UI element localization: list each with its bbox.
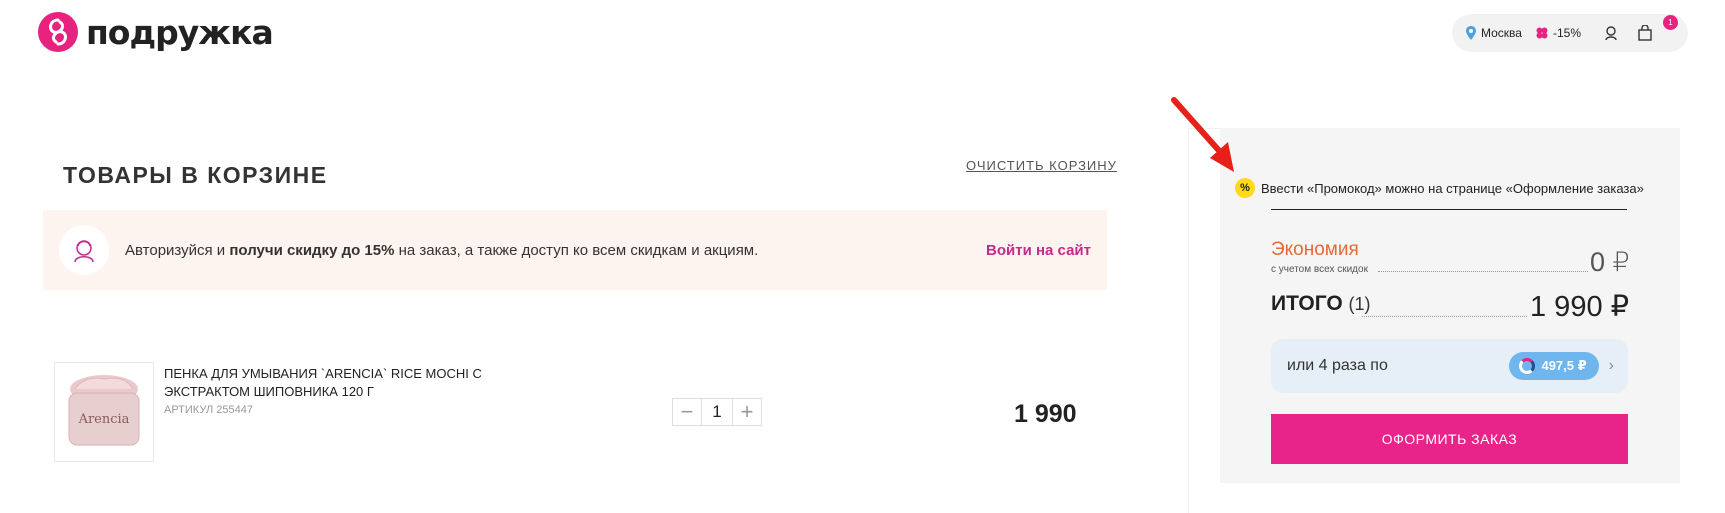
quantity-value[interactable]: 1 xyxy=(701,399,733,425)
annotation-arrow-icon xyxy=(1171,97,1234,172)
decrease-button[interactable]: − xyxy=(673,399,701,425)
cart-icon[interactable] xyxy=(1637,25,1653,41)
economy-subtitle: с учетом всех скидок xyxy=(1271,264,1368,275)
location-pin-icon xyxy=(1466,26,1476,40)
installment-amount-pill: 497,5 ₽ xyxy=(1509,352,1599,380)
checkout-button[interactable]: ОФОРМИТЬ ЗАКАЗ xyxy=(1271,414,1628,464)
increase-button[interactable]: + xyxy=(733,399,761,425)
user-icon[interactable] xyxy=(1603,25,1619,41)
banner-text: Авторизуйся и получи скидку до 15% на за… xyxy=(125,241,759,259)
promo-code-note: % Ввести «Промокод» можно на странице «О… xyxy=(1235,178,1644,198)
discount-label: -15% xyxy=(1552,26,1581,40)
economy-value: 0 ₽ xyxy=(1590,247,1630,277)
product-image[interactable]: Arencia xyxy=(54,362,154,462)
total-value: 1 990 ₽ xyxy=(1530,291,1630,323)
chevron-right-icon: › xyxy=(1608,357,1614,374)
logo-mark-icon xyxy=(38,12,78,52)
login-link[interactable]: Войти на сайт xyxy=(986,242,1091,259)
product-name[interactable]: ПЕНКА ДЛЯ УМЫВАНИЯ `ARENCIA` RICE MOCHI … xyxy=(164,365,484,401)
discount-link[interactable]: -15% xyxy=(1536,26,1581,40)
site-logo[interactable]: подружка xyxy=(38,12,274,52)
product-brand-text: Arencia xyxy=(78,412,130,427)
clear-cart-link[interactable]: ОЧИСТИТЬ КОРЗИНУ xyxy=(966,158,1117,173)
auth-promo-banner: Авторизуйся и получи скидку до 15% на за… xyxy=(43,210,1107,290)
face-icon xyxy=(59,225,109,275)
product-sku: АРТИКУЛ 255447 xyxy=(164,404,253,416)
divider xyxy=(1271,209,1627,210)
economy-leader xyxy=(1378,271,1588,272)
page-title: ТОВАРЫ В КОРЗИНЕ xyxy=(63,162,328,188)
total-label: ИТОГО (1) xyxy=(1271,292,1371,315)
economy-label: Экономия xyxy=(1271,239,1359,260)
installment-amount: 497,5 ₽ xyxy=(1541,358,1587,373)
total-leader xyxy=(1362,316,1527,317)
city-label: Москва xyxy=(1481,26,1522,40)
total-count: (1) xyxy=(1348,294,1371,314)
cart-count-badge: 1 xyxy=(1663,15,1678,30)
quantity-stepper: − 1 + xyxy=(672,398,762,426)
flower-icon xyxy=(1536,27,1548,39)
installment-text: или 4 раза по xyxy=(1287,357,1388,374)
promo-note-text: Ввести «Промокод» можно на странице «Офо… xyxy=(1261,180,1644,196)
header-utilities: Москва -15% xyxy=(1452,14,1688,52)
product-price: 1 990 xyxy=(1014,400,1077,428)
city-selector[interactable]: Москва xyxy=(1466,26,1522,40)
percent-icon: % xyxy=(1235,178,1255,198)
installment-option[interactable]: или 4 раза по 497,5 ₽ › xyxy=(1271,339,1628,393)
logo-text: подружка xyxy=(86,12,274,52)
installment-ring-icon xyxy=(1519,358,1536,374)
